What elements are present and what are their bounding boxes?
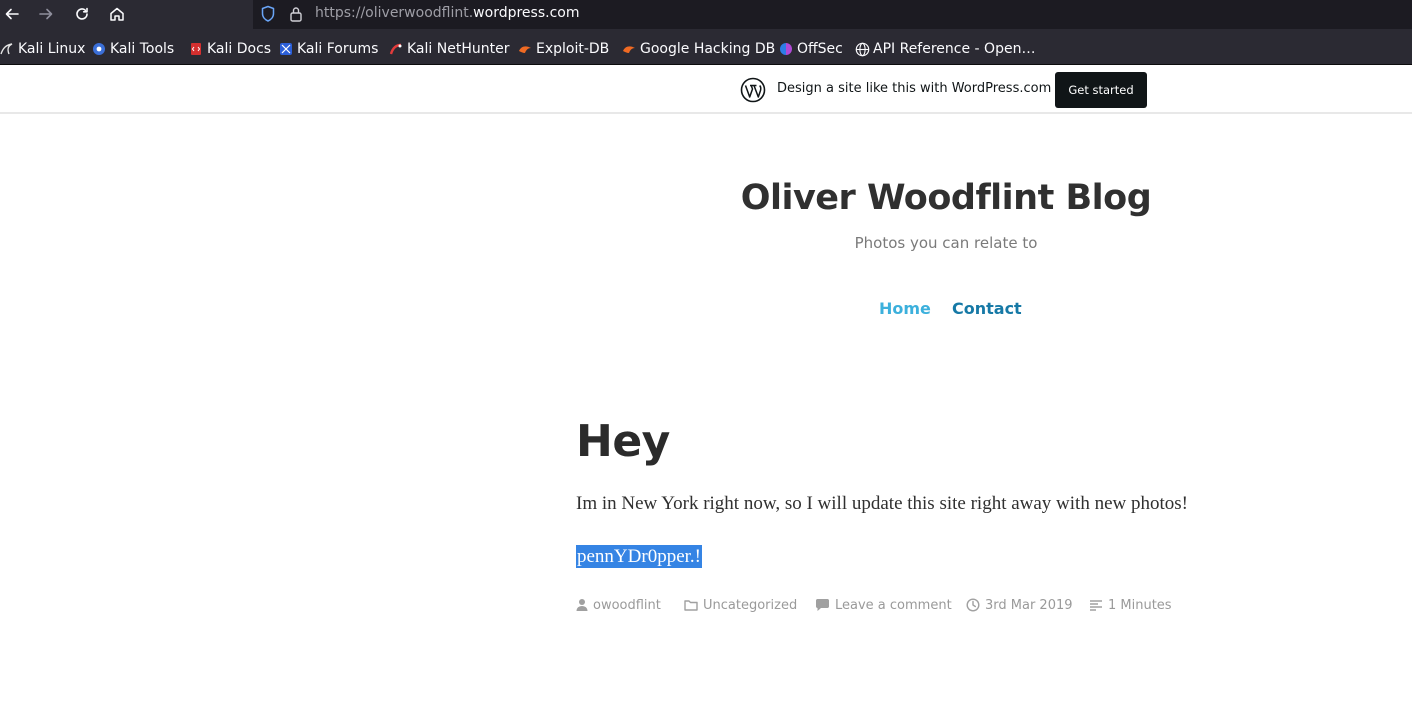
post-read-time: 1 Minutes bbox=[1089, 595, 1172, 615]
bookmark-api-reference[interactable]: API Reference - Open… bbox=[855, 40, 1035, 58]
kali-tools-icon bbox=[92, 42, 106, 56]
bookmarks-bar: Kali Linux Kali Tools Kali Docs Kali For… bbox=[0, 29, 1412, 65]
globe-icon bbox=[855, 42, 870, 57]
author-link[interactable]: owoodflint bbox=[593, 598, 661, 613]
exploit-db-icon bbox=[518, 42, 532, 56]
url-text[interactable]: https://oliverwoodflint.wordpress.com bbox=[315, 5, 579, 21]
bookmark-label: Google Hacking DB bbox=[640, 41, 776, 57]
nav-contact-link[interactable]: Contact bbox=[952, 299, 1022, 318]
wordpress-logo-icon[interactable] bbox=[740, 77, 766, 107]
post-comments[interactable]: Leave a comment bbox=[815, 595, 952, 615]
author-icon bbox=[576, 599, 588, 611]
kali-docs-icon bbox=[189, 42, 203, 56]
bookmark-kali-forums[interactable]: Kali Forums bbox=[279, 40, 378, 58]
clock-icon bbox=[966, 598, 980, 612]
date-link[interactable]: 3rd Mar 2019 bbox=[985, 598, 1073, 613]
bookmark-label: Exploit-DB bbox=[536, 41, 610, 57]
lock-icon[interactable] bbox=[289, 5, 303, 27]
folder-icon bbox=[684, 600, 698, 611]
bookmark-kali-tools[interactable]: Kali Tools bbox=[92, 40, 174, 58]
read-time-text: 1 Minutes bbox=[1108, 597, 1172, 613]
bookmark-google-hacking-db[interactable]: Google Hacking DB bbox=[622, 40, 775, 58]
leave-comment-link[interactable]: Leave a comment bbox=[835, 598, 952, 613]
ghdb-icon bbox=[622, 42, 636, 56]
post-date[interactable]: 3rd Mar 2019 bbox=[966, 595, 1073, 615]
bookmark-kali-docs[interactable]: Kali Docs bbox=[189, 40, 271, 58]
kali-forums-icon bbox=[279, 42, 293, 56]
back-arrow-icon[interactable] bbox=[0, 3, 24, 25]
post-body: Im in New York right now, so I will upda… bbox=[576, 493, 1188, 514]
bookmark-label: API Reference - Open… bbox=[873, 41, 1036, 57]
forward-arrow-icon[interactable] bbox=[34, 3, 58, 25]
url-prefix: https://oliverwoodflint. bbox=[315, 5, 474, 21]
bookmark-kali-nethunter[interactable]: Kali NetHunter bbox=[389, 40, 509, 58]
address-bar[interactable]: https://oliverwoodflint.wordpress.com bbox=[253, 0, 1412, 29]
site-navigation: Home Contact bbox=[0, 299, 1412, 321]
offsec-icon bbox=[779, 42, 793, 56]
bookmark-label: OffSec bbox=[797, 41, 843, 57]
reload-icon[interactable] bbox=[70, 3, 94, 25]
tracking-shield-icon[interactable] bbox=[260, 5, 276, 27]
bookmark-label: Kali Tools bbox=[110, 41, 175, 57]
kali-dragon-icon bbox=[0, 42, 14, 56]
post-title[interactable]: Hey bbox=[576, 416, 670, 467]
site-title[interactable]: Oliver Woodflint Blog bbox=[600, 178, 1292, 218]
wordpress-banner-text[interactable]: Design a site like this with WordPress.c… bbox=[777, 81, 1051, 96]
nethunter-icon bbox=[389, 42, 403, 56]
bookmark-label: Kali NetHunter bbox=[407, 41, 510, 57]
post-author[interactable]: owoodflint bbox=[576, 595, 661, 615]
bookmark-label: Kali Forums bbox=[297, 41, 379, 57]
url-domain: wordpress.com bbox=[473, 5, 580, 21]
wordpress-banner: Design a site like this with WordPress.c… bbox=[0, 65, 1412, 114]
bookmark-label: Kali Docs bbox=[207, 41, 272, 57]
category-link[interactable]: Uncategorized bbox=[703, 598, 797, 613]
site-tagline: Photos you can relate to bbox=[854, 234, 1038, 252]
get-started-button[interactable]: Get started bbox=[1055, 72, 1147, 108]
home-icon[interactable] bbox=[105, 3, 129, 25]
browser-toolbar: https://oliverwoodflint.wordpress.com bbox=[0, 0, 1412, 29]
read-time-icon bbox=[1090, 600, 1102, 611]
bookmark-kali-linux[interactable]: Kali Linux bbox=[0, 40, 85, 58]
nav-home-link[interactable]: Home bbox=[879, 299, 931, 318]
bookmark-exploit-db[interactable]: Exploit-DB bbox=[518, 40, 609, 58]
comment-icon bbox=[816, 599, 829, 611]
selected-text: pennYDr0pper.! bbox=[576, 545, 702, 568]
bookmark-offsec[interactable]: OffSec bbox=[779, 40, 843, 58]
post-category[interactable]: Uncategorized bbox=[684, 595, 797, 615]
bookmark-label: Kali Linux bbox=[18, 41, 86, 57]
